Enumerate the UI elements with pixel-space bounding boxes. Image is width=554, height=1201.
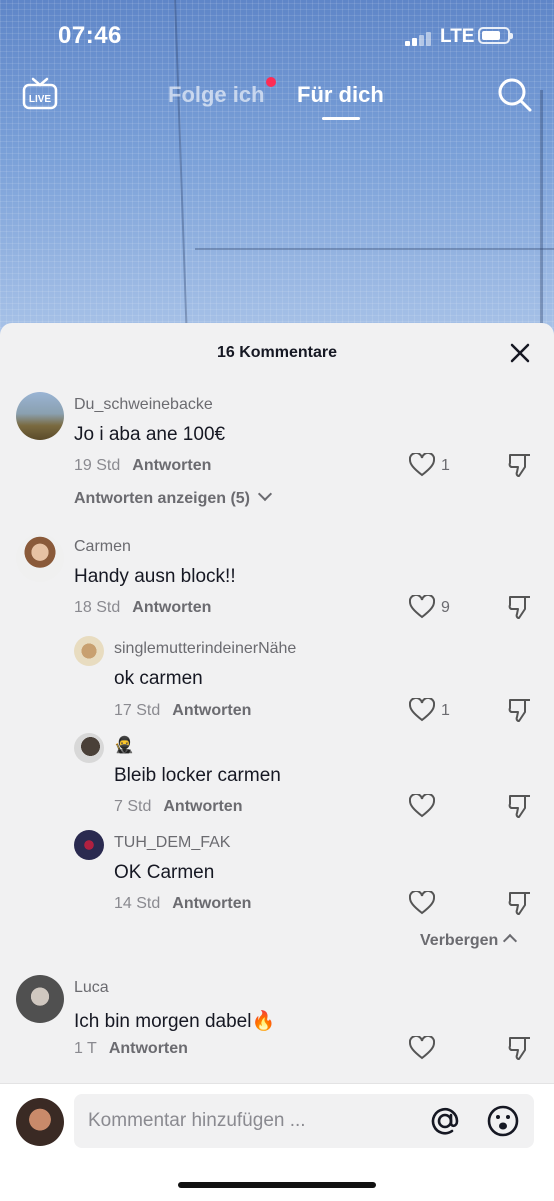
comment-time: 14 Std xyxy=(114,895,161,912)
status-bar: 07:46 LTE xyxy=(0,0,554,70)
comment-text: Handy ausn block!! xyxy=(74,566,236,587)
dislike-icon[interactable] xyxy=(507,594,533,620)
avatar[interactable] xyxy=(74,733,104,763)
comment-meta: 18 Std Antworten xyxy=(74,599,211,617)
tab-for-you[interactable]: Für dich xyxy=(297,82,384,108)
heart-icon[interactable] xyxy=(409,595,435,619)
heart-icon[interactable] xyxy=(409,891,435,915)
comment-input-placeholder[interactable]: Kommentar hinzufügen ... xyxy=(88,1110,306,1132)
reply-button[interactable]: Antworten xyxy=(172,895,251,912)
comments-count-title: 16 Kommentare xyxy=(216,344,338,361)
like-count: 1 xyxy=(441,457,450,474)
heart-icon[interactable] xyxy=(409,794,435,818)
comment-username[interactable]: Du_schweinebacke xyxy=(74,396,213,414)
view-replies-label: Antworten anzeigen (5) xyxy=(74,490,251,507)
avatar[interactable] xyxy=(74,636,104,666)
comment-time: 18 Std xyxy=(74,599,121,616)
hide-replies-button[interactable]: Verbergen xyxy=(420,932,517,950)
live-tv-icon[interactable]: LIVE xyxy=(22,76,58,112)
dislike-icon[interactable] xyxy=(507,890,533,916)
avatar[interactable] xyxy=(16,534,64,582)
notification-dot xyxy=(266,77,276,87)
comment-time: 7 Std xyxy=(114,798,152,815)
comment-text: Ich bin morgen dabel🔥 xyxy=(74,1011,276,1032)
comment-time: 19 Std xyxy=(74,457,121,474)
like-count: 1 xyxy=(441,702,450,719)
live-label: LIVE xyxy=(29,94,52,105)
hide-replies-label: Verbergen xyxy=(420,932,499,949)
heart-icon[interactable] xyxy=(409,698,435,722)
heart-icon[interactable] xyxy=(409,453,435,477)
dislike-icon[interactable] xyxy=(507,1035,533,1061)
comment-time: 1 T xyxy=(74,1040,97,1057)
comment-username[interactable]: Luca xyxy=(74,979,109,997)
reply-button[interactable]: Antworten xyxy=(109,1040,188,1057)
comment-text: Jo i aba ane 100€ xyxy=(74,424,226,445)
close-icon[interactable] xyxy=(507,340,533,366)
comment-meta: 19 Std Antworten xyxy=(74,457,211,475)
view-replies-button[interactable]: Antworten anzeigen (5) xyxy=(74,486,273,508)
comment-username[interactable]: singlemutterindeinerNähe xyxy=(114,640,296,658)
comment-meta: 14 Std Antworten xyxy=(114,895,251,913)
avatar[interactable] xyxy=(74,830,104,860)
comment-username[interactable]: TUH_DEM_FAK xyxy=(114,834,230,852)
comment-text: ok carmen xyxy=(114,668,203,689)
comment-text: Bleib locker carmen xyxy=(114,765,281,786)
reply-button[interactable]: Antworten xyxy=(163,798,242,815)
tab-following[interactable]: Folge ich xyxy=(168,82,265,108)
comment-meta: 17 Std Antworten xyxy=(114,702,251,720)
home-indicator xyxy=(178,1182,376,1188)
comment-time: 17 Std xyxy=(114,702,161,719)
network-label: LTE xyxy=(440,26,475,47)
comment-meta: 1 T Antworten xyxy=(74,1040,188,1058)
reply-button[interactable]: Antworten xyxy=(132,457,211,474)
signal-icon xyxy=(405,30,435,46)
comment-text: OK Carmen xyxy=(114,862,215,883)
chevron-up-icon xyxy=(502,933,517,949)
avatar[interactable] xyxy=(16,975,64,1023)
dislike-icon[interactable] xyxy=(507,793,533,819)
reply-button[interactable]: Antworten xyxy=(172,702,251,719)
like-count: 9 xyxy=(441,599,450,616)
battery-icon xyxy=(478,27,513,44)
dislike-icon[interactable] xyxy=(507,452,533,478)
comment-username[interactable]: Carmen xyxy=(74,538,131,556)
emoji-icon[interactable] xyxy=(486,1104,520,1138)
dislike-icon[interactable] xyxy=(507,697,533,723)
user-avatar[interactable] xyxy=(16,1098,64,1146)
comment-meta: 7 Std Antworten xyxy=(114,798,242,816)
search-icon[interactable] xyxy=(496,76,534,114)
avatar[interactable] xyxy=(16,392,64,440)
heart-icon[interactable] xyxy=(409,1036,435,1060)
status-time: 07:46 xyxy=(58,22,122,49)
active-tab-indicator xyxy=(322,117,360,120)
mention-icon[interactable] xyxy=(428,1104,462,1138)
chevron-down-icon xyxy=(258,486,273,502)
reply-button[interactable]: Antworten xyxy=(132,599,211,616)
comment-username[interactable]: 🥷 xyxy=(114,735,134,755)
